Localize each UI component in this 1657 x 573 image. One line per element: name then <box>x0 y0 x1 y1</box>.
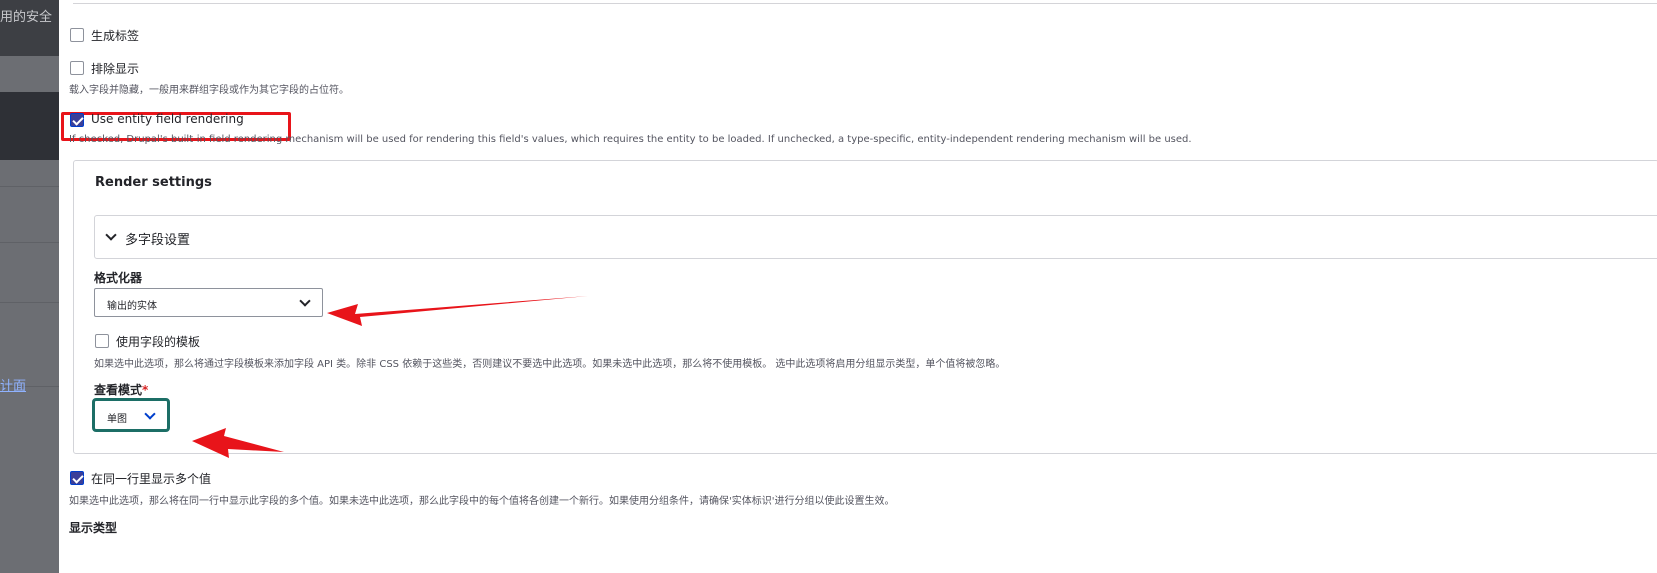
chevron-down-icon <box>144 408 156 420</box>
entity-rendering-description: If checked, Drupal's built-in field rend… <box>69 134 1192 145</box>
backdrop-text: 用的安全 <box>0 10 53 25</box>
backdrop-active-item <box>0 92 59 160</box>
formatter-select-value: 输出的实体 <box>107 301 157 312</box>
top-divider <box>73 3 1657 4</box>
backdrop-divider <box>0 186 59 187</box>
generate-label-label: 生成标签 <box>91 29 140 43</box>
backdrop-link[interactable]: 计面 <box>0 375 26 394</box>
exclude-description: 载入字段并隐藏，一般用来群组字段或作为其它字段的占位符。 <box>69 85 349 96</box>
formatter-label: 格式化器 <box>94 271 143 285</box>
multi-field-label: 多字段设置 <box>125 233 191 248</box>
field-template-description: 如果选中此选项，那么将通过字段模板来添加字段 API 类。除非 CSS 依赖于这… <box>94 359 1006 370</box>
generate-label-checkbox[interactable] <box>70 28 84 42</box>
multiple-values-label: 在同一行里显示多个值 <box>91 472 212 486</box>
field-config-modal: 生成标签 排除显示 载入字段并隐藏，一般用来群组字段或作为其它字段的占位符。 U… <box>59 0 1657 573</box>
multiple-values-description: 如果选中此选项，那么将在同一行中显示此字段的多个值。如果未选中此选项，那么此字段… <box>69 496 895 507</box>
render-settings-title: Render settings <box>95 175 212 190</box>
entity-rendering-label: Use entity field rendering <box>91 112 244 126</box>
chevron-down-icon <box>105 229 117 241</box>
multiple-values-checkbox[interactable] <box>70 471 84 485</box>
page-backdrop: 用的安全 计面 <box>0 0 59 573</box>
exclude-label: 排除显示 <box>91 62 140 76</box>
formatter-select[interactable]: 输出的实体 <box>94 288 323 317</box>
view-mode-select[interactable]: 单图 <box>92 398 170 432</box>
required-mark: * <box>142 383 149 397</box>
backdrop-divider <box>0 302 59 303</box>
render-settings-panel: Render settings 多字段设置 格式化器 输出的实体 使用字段的模板… <box>73 160 1657 454</box>
multi-field-details[interactable]: 多字段设置 <box>94 215 1657 259</box>
exclude-checkbox[interactable] <box>70 61 84 75</box>
chevron-down-icon <box>299 295 311 307</box>
field-template-checkbox[interactable] <box>95 334 109 348</box>
view-mode-select-value: 单图 <box>107 414 127 425</box>
view-mode-label-text: 查看模式 <box>94 383 143 397</box>
view-mode-label: 查看模式* <box>94 381 148 398</box>
field-template-label: 使用字段的模板 <box>116 335 201 349</box>
backdrop-divider <box>0 242 59 243</box>
entity-rendering-checkbox[interactable] <box>70 113 84 127</box>
display-type-label: 显示类型 <box>69 521 118 535</box>
